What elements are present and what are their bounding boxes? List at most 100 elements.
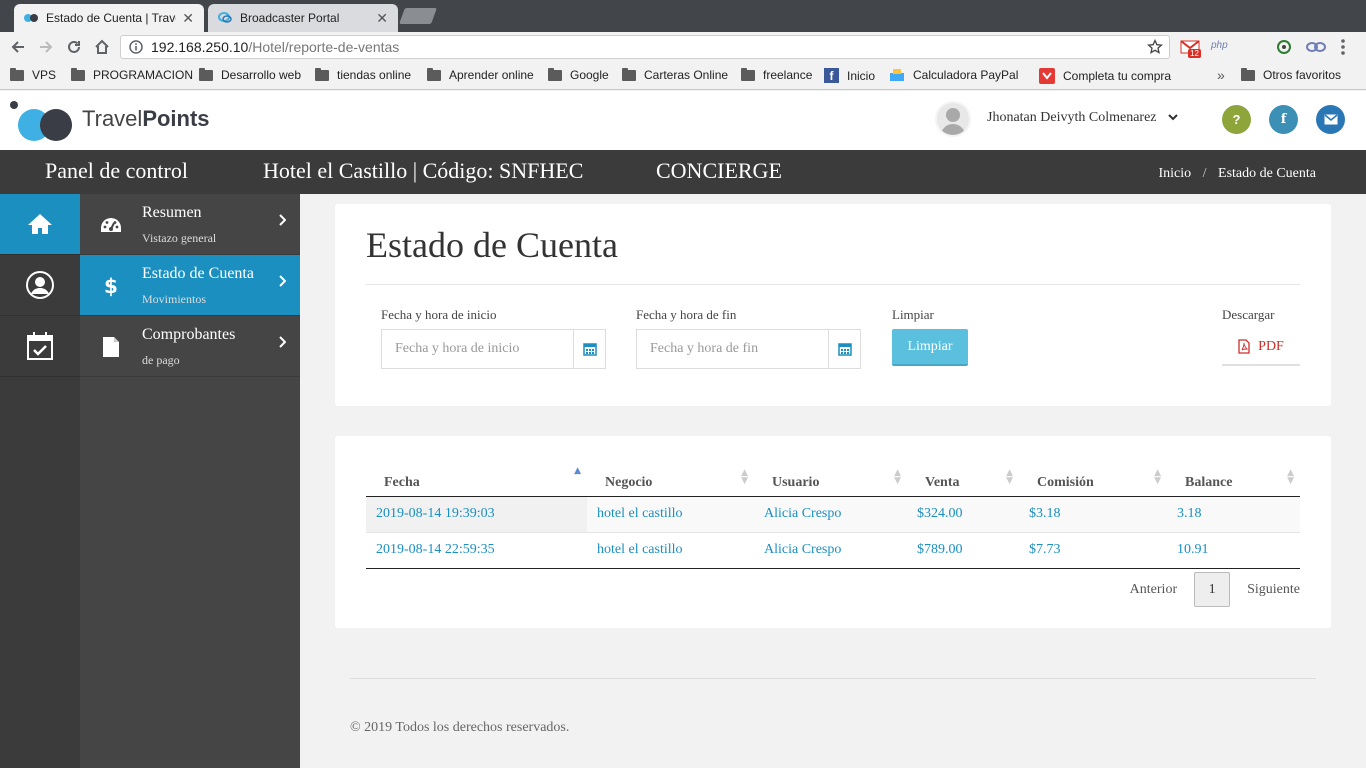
sidebar-item-title: Comprobantes — [142, 326, 236, 343]
bookmark-label: Inicio — [847, 68, 876, 83]
forward-arrow-icon[interactable] — [32, 32, 60, 62]
column-header-usuario[interactable]: Usuario ▲ ▼ — [754, 459, 907, 497]
chevron-right-icon — [278, 275, 287, 291]
bookmark-folder[interactable]: freelance — [741, 67, 812, 82]
bookmark-folder[interactable]: tiendas online — [315, 67, 411, 82]
facebook-icon: f — [824, 68, 839, 83]
table-header-row: Fecha ▲ Negocio ▲ ▼ Usuario ▲ ▼ Venta ▲ ▼ Comis… — [366, 459, 1300, 497]
cell-usuario: Alicia Crespo — [754, 496, 907, 533]
sidebar-item-title: Estado de Cuenta — [142, 265, 254, 282]
cell-fecha: 2019-08-14 22:59:35 — [366, 532, 587, 569]
facebook-button[interactable]: f — [1269, 105, 1298, 134]
close-icon[interactable]: ✕ — [376, 10, 388, 27]
bookmark-link[interactable]: Completa tu compra — [1039, 68, 1179, 84]
cell-negocio: hotel el castillo — [587, 532, 754, 569]
pdf-download-button[interactable]: PDF — [1222, 329, 1300, 366]
bookmarks-bar: VPS PROGRAMACION Desarrollo web tiendas … — [0, 62, 1366, 90]
travelpoints-logo[interactable]: TravelPoints — [8, 99, 210, 141]
start-date-group — [381, 329, 606, 369]
tab-title: Estado de Cuenta | Trave — [46, 11, 177, 25]
column-header-comision[interactable]: Comisión ▲ ▼ — [1019, 459, 1167, 497]
pagination-next[interactable]: Siguiente — [1247, 582, 1300, 598]
sidebar-item-estado-de-cuenta[interactable]: $ Estado de Cuenta Movimientos — [80, 255, 300, 316]
gmail-extension-icon[interactable]: 12 — [1180, 39, 1201, 60]
cell-venta: $324.00 — [907, 496, 1019, 533]
filters-panel: Estado de Cuenta Fecha y hora de inicio … — [335, 204, 1331, 406]
tab-title: Broadcaster Portal — [240, 11, 340, 25]
browser-toolbar: 192.168.250.10/Hotel/reporte-de-ventas 1… — [0, 32, 1366, 62]
more-bookmarks-button[interactable]: » — [1217, 67, 1225, 83]
close-icon[interactable]: ✕ — [182, 10, 194, 27]
column-header-balance[interactable]: Balance ▲ ▼ — [1167, 459, 1300, 497]
bookmark-folder[interactable]: VPS — [10, 67, 56, 82]
start-date-input[interactable] — [382, 330, 573, 368]
avatar[interactable] — [935, 101, 971, 137]
cell-fecha: 2019-08-14 19:39:03 — [366, 496, 587, 533]
hotel-title: Hotel el Castillo | Código: SNFHEC — [263, 158, 584, 183]
sidebar-item-subtitle: de pago — [142, 353, 180, 367]
end-date-input[interactable] — [637, 330, 828, 368]
account-statement-table: Fecha ▲ Negocio ▲ ▼ Usuario ▲ ▼ Venta ▲ ▼ Comis… — [366, 459, 1300, 569]
browser-tab[interactable]: Broadcaster Portal ✕ — [208, 4, 398, 32]
bookmark-folder[interactable]: Google — [548, 67, 609, 82]
link-extension-icon[interactable] — [1306, 40, 1326, 59]
browser-tab-active[interactable]: Estado de Cuenta | Trave ✕ — [14, 4, 204, 32]
panel-title[interactable]: Panel de control — [45, 158, 188, 184]
column-header-negocio[interactable]: Negocio ▲ ▼ — [587, 459, 754, 497]
folder-icon — [1241, 67, 1255, 81]
mail-button[interactable] — [1316, 105, 1345, 134]
sort-icon: ▲ ▼ — [1154, 468, 1161, 486]
bookmark-link[interactable]: Calculadora PayPal — [889, 68, 1018, 82]
sync-extension-icon[interactable] — [1276, 39, 1292, 60]
sidebar-profile[interactable] — [0, 255, 80, 316]
user-circle-icon — [26, 271, 54, 299]
sort-icon: ▲ ▼ — [1287, 468, 1294, 486]
clear-button[interactable]: Limpiar — [892, 329, 968, 366]
php-extension-icon[interactable]: php — [1211, 40, 1228, 51]
folder-icon — [548, 67, 562, 81]
help-button[interactable]: ? — [1222, 105, 1251, 134]
calendar-icon[interactable] — [573, 330, 605, 368]
file-icon — [100, 336, 122, 358]
breadcrumb-home[interactable]: Inicio — [1158, 166, 1191, 181]
other-bookmarks-folder[interactable]: Otros favoritos — [1241, 67, 1342, 82]
cell-usuario: Alicia Crespo — [754, 532, 907, 569]
sidebar-menu: Resumen Vistazo general $ Estado de Cuen… — [80, 194, 300, 768]
sidebar-home[interactable] — [0, 194, 80, 255]
folder-icon — [71, 67, 85, 81]
bookmark-label: PROGRAMACION — [93, 68, 194, 82]
footer-copyright: © 2019 Todos los derechos reservados. — [350, 720, 570, 735]
bookmark-folder[interactable]: Desarrollo web — [199, 67, 301, 82]
pagination-previous[interactable]: Anterior — [1130, 582, 1177, 598]
app-header: TravelPoints Jhonatan Deivyth Colmenarez… — [0, 91, 1366, 150]
column-header-venta[interactable]: Venta ▲ ▼ — [907, 459, 1019, 497]
folder-icon — [622, 67, 636, 81]
bookmark-folder[interactable]: Aprender online — [427, 67, 534, 82]
home-icon[interactable] — [88, 32, 116, 62]
bookmark-label: Otros favoritos — [1263, 68, 1342, 82]
column-header-fecha[interactable]: Fecha ▲ — [366, 459, 587, 497]
sidebar-item-resumen[interactable]: Resumen Vistazo general — [80, 194, 300, 255]
calendar-icon[interactable] — [828, 330, 860, 368]
bookmark-folder[interactable]: PROGRAMACION — [71, 67, 194, 82]
chevron-right-icon — [278, 336, 287, 352]
sidebar-item-comprobantes[interactable]: Comprobantes de pago — [80, 316, 300, 377]
folder-icon — [427, 67, 441, 81]
reload-icon[interactable] — [60, 32, 88, 62]
info-icon[interactable] — [129, 40, 143, 54]
bookmark-link[interactable]: f Inicio — [824, 68, 875, 83]
bookmark-label: Completa tu compra — [1063, 69, 1172, 83]
sidebar-calendar[interactable] — [0, 316, 80, 377]
back-arrow-icon[interactable] — [4, 32, 32, 62]
logo-text: TravelPoints — [82, 106, 210, 131]
table-row[interactable]: 2019-08-14 22:59:35 hotel el castillo Al… — [366, 532, 1300, 569]
menu-dots-icon[interactable] — [1340, 38, 1346, 61]
pagination-page-current[interactable]: 1 — [1194, 572, 1231, 607]
bookmark-folder[interactable]: Carteras Online — [622, 67, 728, 82]
user-name: Jhonatan Deivyth Colmenarez — [987, 110, 1157, 126]
table-row[interactable]: 2019-08-14 19:39:03 hotel el castillo Al… — [366, 496, 1300, 533]
bookmark-star-icon[interactable] — [1146, 38, 1164, 58]
address-bar[interactable]: 192.168.250.10/Hotel/reporte-de-ventas — [120, 35, 1170, 59]
user-menu[interactable]: Jhonatan Deivyth Colmenarez — [987, 110, 1178, 126]
new-tab-button[interactable] — [399, 8, 437, 24]
